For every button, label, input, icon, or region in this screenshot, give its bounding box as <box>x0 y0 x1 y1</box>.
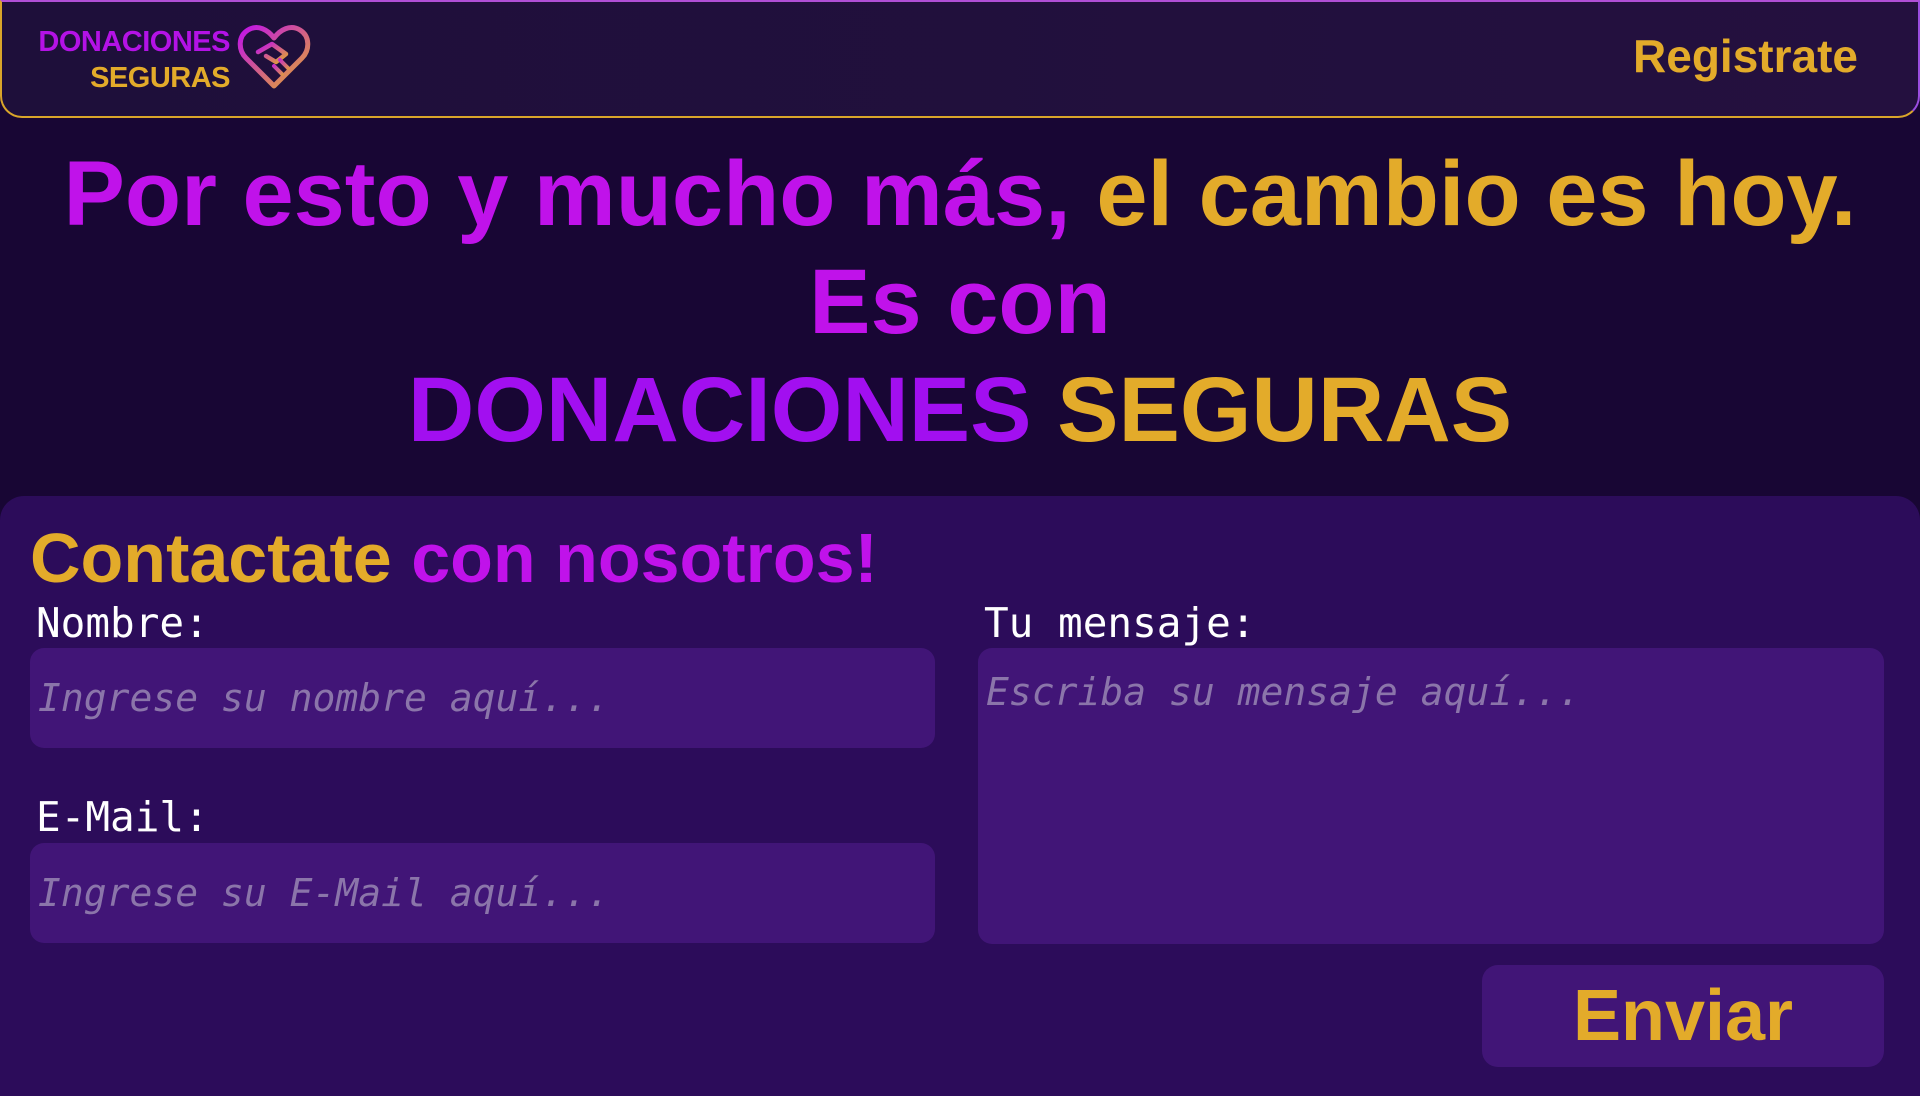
hero-heading: Por esto y mucho más, el cambio es hoy. … <box>0 140 1920 464</box>
register-link[interactable]: Registrate <box>1633 28 1858 84</box>
message-textarea[interactable] <box>978 648 1884 944</box>
logo-text: DONACIONES SEGURAS <box>30 24 230 96</box>
hero-line-1-part-2: el cambio es hoy. <box>1096 143 1857 245</box>
logo-text-line2: SEGURAS <box>90 62 230 94</box>
name-label: Nombre: <box>36 599 209 647</box>
name-input[interactable] <box>30 648 935 748</box>
email-label: E-Mail: <box>36 793 209 841</box>
logo-text-line1: DONACIONES <box>38 26 230 58</box>
contact-title: Contactate con nosotros! <box>30 518 878 598</box>
contact-title-part-1: Contactate <box>30 519 392 597</box>
email-input[interactable] <box>30 843 935 943</box>
hero-line-2: Es con <box>0 248 1920 356</box>
hero-line-3-part-1: DONACIONES <box>407 359 1032 461</box>
message-label: Tu mensaje: <box>984 599 1256 647</box>
heart-handshake-icon <box>237 25 311 89</box>
contact-title-part-2: con nosotros! <box>411 519 878 597</box>
hero-line-2-text: Es con <box>809 251 1111 353</box>
send-button[interactable]: Enviar <box>1482 965 1884 1067</box>
site-logo[interactable]: DONACIONES SEGURAS <box>30 20 320 100</box>
hero-line-1: Por esto y mucho más, el cambio es hoy. <box>0 140 1920 248</box>
hero-line-3: DONACIONES SEGURAS <box>0 356 1920 464</box>
hero-line-1-part-1: Por esto y mucho más, <box>63 143 1071 245</box>
hero-line-3-part-2: SEGURAS <box>1057 359 1513 461</box>
